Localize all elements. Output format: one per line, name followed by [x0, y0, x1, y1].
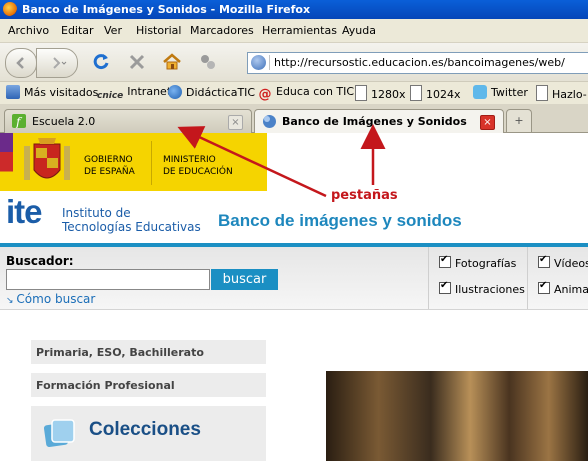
at-sign-icon: @: [258, 87, 272, 102]
menu-marcadores[interactable]: Marcadores: [190, 24, 254, 37]
globe-favicon-icon: [263, 115, 276, 128]
tab-close-icon[interactable]: ×: [480, 115, 495, 130]
cnice-icon: cnice: [97, 91, 124, 101]
filter-divider: [527, 247, 528, 309]
back-button[interactable]: [5, 48, 37, 78]
menu-ver[interactable]: Ver: [104, 24, 122, 37]
search-label: Buscador:: [6, 254, 74, 268]
extension-icon[interactable]: [198, 52, 218, 72]
forward-button[interactable]: [36, 48, 78, 78]
new-tab-button[interactable]: +: [506, 109, 532, 132]
bookmark-1024x[interactable]: 1024x: [410, 85, 461, 101]
forward-arrow-icon: [53, 57, 67, 69]
filter-divider: [428, 247, 429, 309]
bookmark-1280x[interactable]: 1280x: [355, 85, 406, 101]
window-title-bar: Banco de Imágenes y Sonidos - Mozilla Fi…: [0, 0, 588, 19]
reload-icon[interactable]: [91, 52, 111, 72]
tab-escuela[interactable]: f Escuela 2.0 ×: [4, 109, 252, 133]
filter-ilustraciones[interactable]: Ilustraciones: [439, 280, 525, 296]
bookmark-folder-icon: [6, 85, 20, 99]
address-url[interactable]: http://recursostic.educacion.es/bancoima…: [274, 56, 565, 69]
gobierno-text: GOBIERNO DE ESPAÑA: [84, 155, 135, 177]
tab-label: Banco de Imágenes y Sonidos: [282, 115, 467, 128]
twitter-icon: [473, 85, 487, 99]
ite-header: ite Instituto de Tecnologías Educativas B…: [0, 191, 588, 243]
bookmark-hazlo[interactable]: Hazlo-: [536, 85, 587, 101]
address-bar[interactable]: http://recursostic.educacion.es/bancoima…: [247, 52, 588, 74]
checkbox-icon[interactable]: [538, 280, 550, 294]
bookmark-twitter[interactable]: Twitter: [473, 85, 528, 101]
how-to-search-link[interactable]: ↘ Cómo buscar: [6, 292, 95, 306]
globe-icon: [168, 85, 182, 99]
tab-label: Escuela 2.0: [32, 115, 96, 128]
bookmarks-toolbar: Más visitados cnice Intranet DidácticaTIC…: [0, 82, 588, 105]
window-title: Banco de Imágenes y Sonidos - Mozilla Fi…: [22, 3, 311, 16]
bookmark-educa-con-tic[interactable]: @ Educa con TIC: [258, 85, 355, 102]
collections-label: Colecciones: [89, 419, 201, 440]
menu-archivo[interactable]: Archivo: [8, 24, 49, 37]
coat-of-arms-icon: [24, 138, 70, 180]
annotation-label: pestañas: [331, 188, 398, 203]
collections-link[interactable]: Colecciones: [31, 406, 266, 461]
tab-bar: f Escuela 2.0 × Banco de Imágenes y Soni…: [0, 104, 588, 133]
menu-editar[interactable]: Editar: [61, 24, 94, 37]
search-panel: Buscador: buscar ↘ Cómo buscar Fotografí…: [0, 247, 588, 310]
stop-icon[interactable]: [127, 52, 147, 72]
bookmark-mas-visitados[interactable]: Más visitados: [6, 85, 98, 101]
search-button[interactable]: buscar: [211, 269, 278, 290]
filter-videos[interactable]: Vídeos: [538, 254, 588, 270]
featured-photo[interactable]: [326, 371, 588, 461]
navigation-toolbar: http://recursostic.educacion.es/bancoima…: [0, 43, 588, 82]
menu-herramientas[interactable]: Herramientas: [262, 24, 337, 37]
site-identity-icon[interactable]: [251, 55, 266, 70]
ite-logo[interactable]: ite: [6, 193, 43, 231]
arrow-icon: ↘: [6, 296, 17, 306]
nav-formacion-profesional[interactable]: Formación Profesional: [31, 373, 266, 397]
page-icon: [355, 85, 367, 101]
nav-primaria-eso-bachillerato[interactable]: Primaria, ESO, Bachillerato: [31, 340, 266, 364]
firefox-icon: [3, 2, 17, 16]
menu-ayuda[interactable]: Ayuda: [342, 24, 376, 37]
tab-banco-imagenes[interactable]: Banco de Imágenes y Sonidos ×: [254, 109, 504, 133]
eu-flag-stripe: [0, 133, 13, 191]
bookmark-intranet[interactable]: cnice Intranet: [97, 85, 171, 101]
banco-title: Banco de imágenes y sonidos: [218, 211, 462, 230]
bookmark-didacticatic[interactable]: DidácticaTIC: [168, 85, 255, 101]
search-input[interactable]: [6, 269, 210, 290]
menu-historial[interactable]: Historial: [136, 24, 181, 37]
government-header: GOBIERNO DE ESPAÑA MINISTERIO DE EDUCACIÓN: [0, 133, 267, 191]
menu-bar: Archivo Editar Ver Historial Marcadores …: [0, 19, 588, 43]
collections-icon: [43, 419, 75, 448]
gov-divider: [151, 141, 152, 185]
filter-fotografias[interactable]: Fotografías: [439, 254, 516, 270]
address-separator: [269, 55, 270, 70]
page-icon: [410, 85, 422, 101]
back-arrow-icon: [16, 57, 24, 69]
tab-close-icon[interactable]: ×: [228, 115, 243, 130]
home-icon[interactable]: [162, 52, 182, 72]
filter-animaciones[interactable]: Animac: [538, 280, 588, 296]
checkbox-icon[interactable]: [439, 254, 451, 268]
ministerio-text: MINISTERIO DE EDUCACIÓN: [163, 155, 233, 177]
checkbox-icon[interactable]: [538, 254, 550, 268]
escuela-favicon-icon: f: [12, 114, 26, 128]
ite-institute-name: Instituto de Tecnologías Educativas: [62, 206, 201, 234]
checkbox-icon[interactable]: [439, 280, 451, 294]
page-icon: [536, 85, 548, 101]
